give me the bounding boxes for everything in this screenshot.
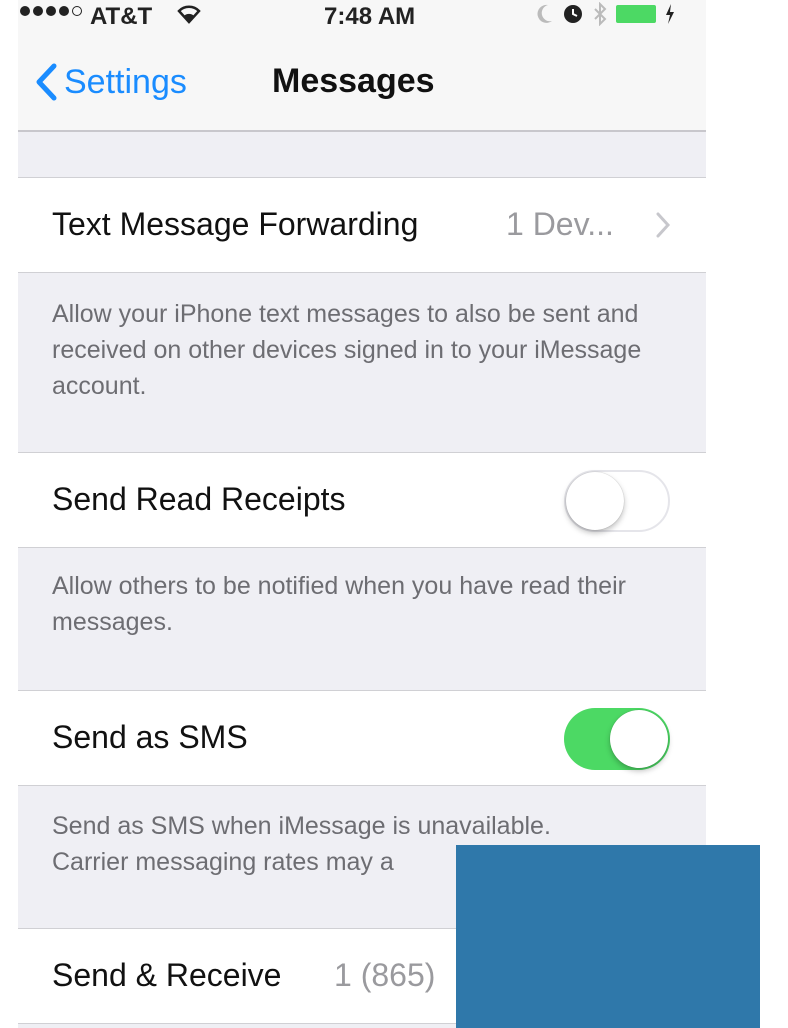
send-read-receipts-footer: Allow others to be notified when you hav… — [52, 572, 626, 636]
send-read-receipts-label: Send Read Receipts — [52, 481, 346, 517]
battery-charging-icon — [616, 5, 656, 23]
status-indicators — [536, 2, 676, 26]
back-button-label: Settings — [64, 62, 187, 101]
send-as-sms-toggle[interactable] — [564, 708, 670, 770]
send-and-receive-label: Send & Receive — [52, 957, 282, 993]
send-and-receive-value: 1 (865) — [334, 957, 436, 993]
text-message-forwarding-row[interactable]: Text Message Forwarding 1 Dev... — [18, 177, 706, 273]
send-read-receipts-toggle[interactable] — [564, 470, 670, 532]
navigation-bar: Settings Messages — [18, 40, 706, 132]
send-read-receipts-row: Send Read Receipts — [18, 452, 706, 548]
moon-icon — [537, 4, 552, 23]
text-message-forwarding-label: Text Message Forwarding — [52, 206, 419, 242]
charging-bolt-icon — [666, 4, 674, 24]
redaction-block — [456, 845, 760, 1028]
back-button[interactable]: Settings — [34, 62, 187, 102]
toggle-knob — [566, 472, 624, 530]
status-bar: AT&T 7:48 AM — [18, 0, 706, 40]
send-as-sms-row: Send as SMS — [18, 690, 706, 786]
toggle-knob — [610, 710, 668, 768]
wifi-icon — [177, 5, 201, 24]
text-message-forwarding-value: 1 Dev... — [506, 206, 614, 242]
carrier-label: AT&T — [90, 3, 153, 30]
bluetooth-icon — [594, 2, 607, 26]
status-time: 7:48 AM — [324, 3, 416, 30]
send-as-sms-footer-line-1: Send as SMS when iMessage is unavailable… — [52, 812, 551, 840]
chevron-right-icon — [656, 212, 671, 238]
signal-dots-icon — [20, 6, 82, 16]
send-as-sms-label: Send as SMS — [52, 719, 248, 755]
alarm-clock-icon — [564, 5, 582, 23]
chevron-left-icon — [36, 63, 57, 101]
left-margin — [0, 0, 18, 1028]
text-message-forwarding-footer: Allow your iPhone text messages to also … — [52, 300, 642, 400]
page-title: Messages — [272, 62, 435, 100]
